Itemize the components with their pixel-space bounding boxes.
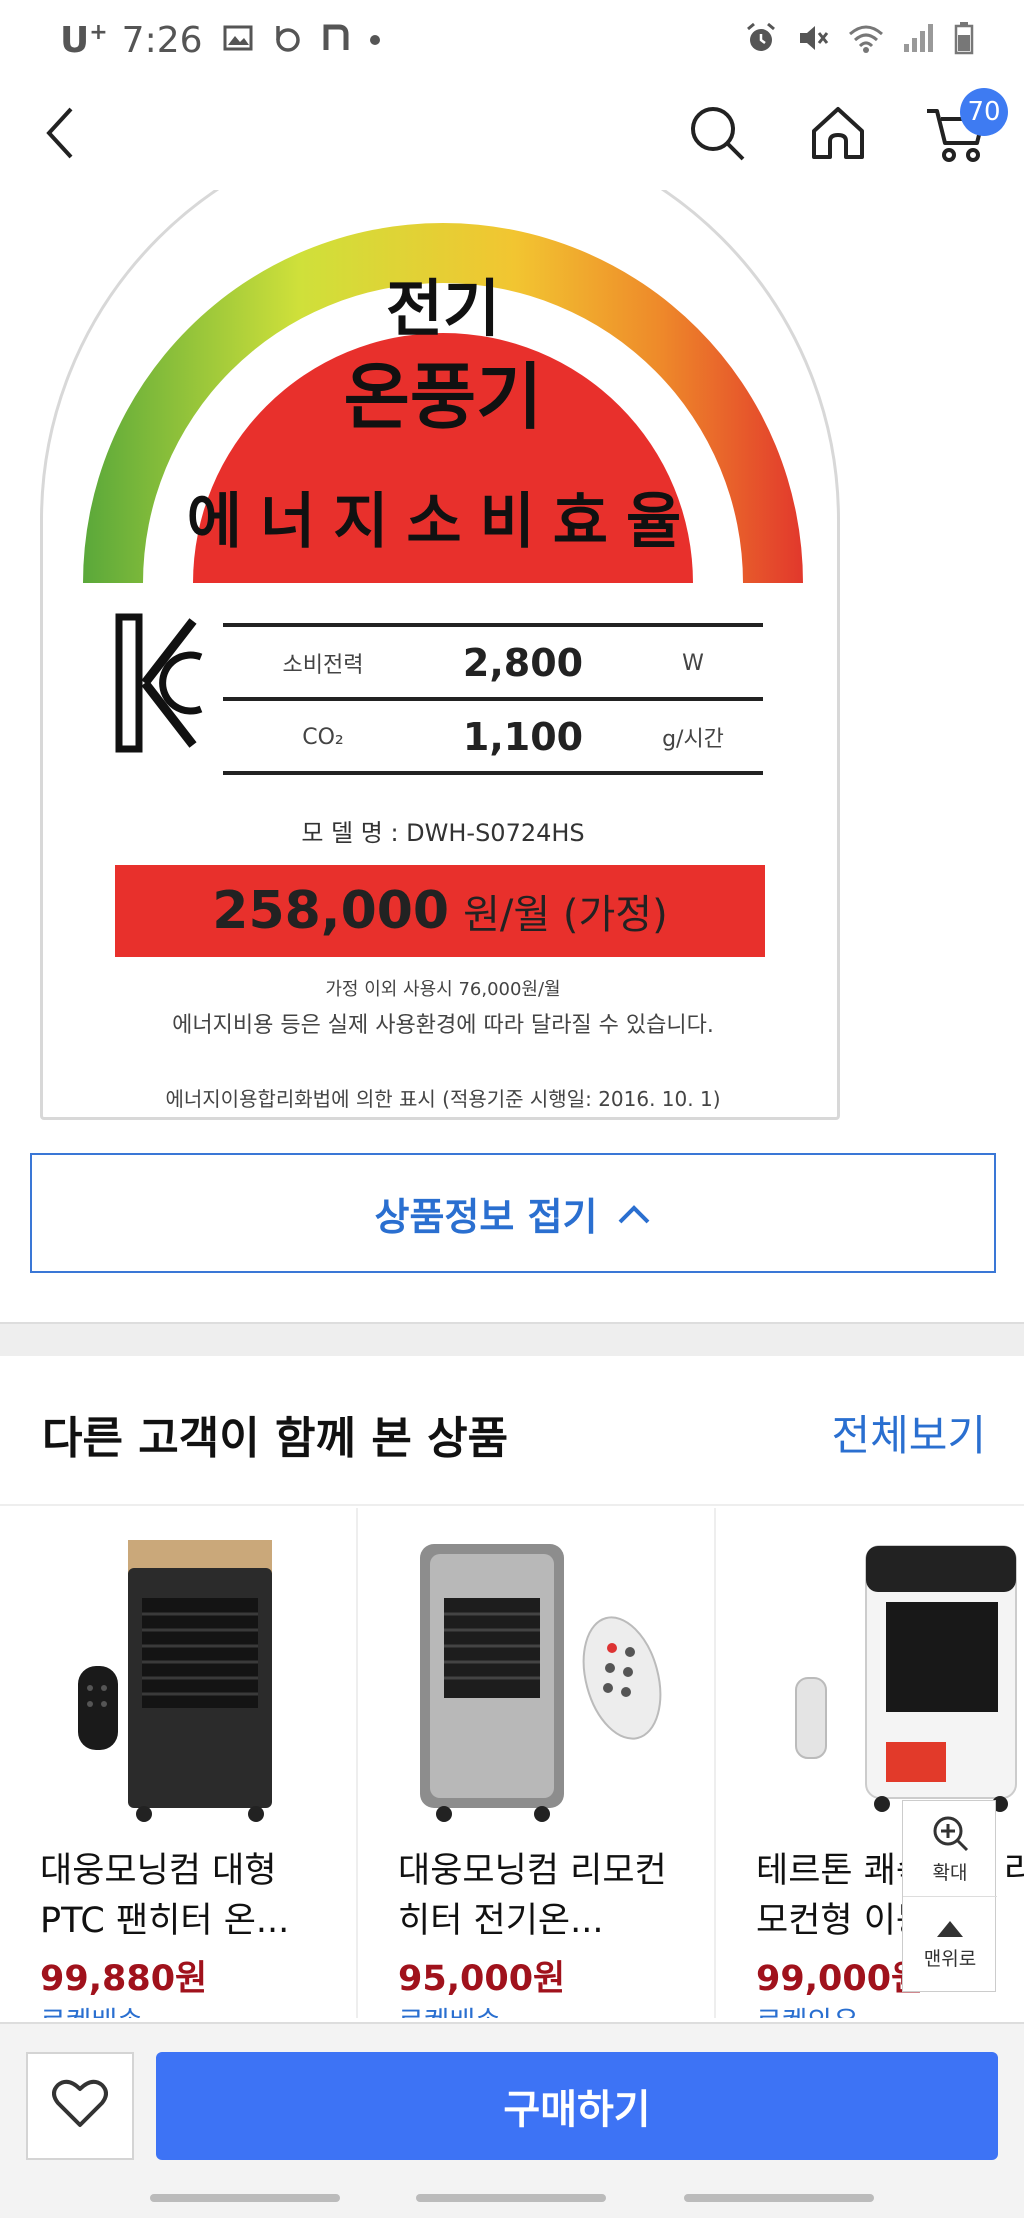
- heart-icon: [52, 2079, 108, 2133]
- cart-button[interactable]: 70: [922, 88, 1008, 170]
- related-products-carousel[interactable]: 대웅모닝컴 대형 PTC 팬히터 온... 99,880원 로켓배송 대웅모닝컴…: [0, 1508, 1024, 2018]
- search-icon: [687, 103, 747, 167]
- zoom-button[interactable]: 확대: [903, 1801, 997, 1897]
- co2-value: 1,100: [462, 715, 584, 759]
- arrow-up-icon: [935, 1919, 965, 1944]
- collapse-product-info-button[interactable]: 상품정보 접기: [30, 1153, 996, 1273]
- related-products-title: 다른 고객이 함께 본 상품: [42, 1413, 509, 1464]
- bottom-purchase-bar: 구매하기: [0, 2022, 1024, 2218]
- carrier-label: U+: [60, 19, 108, 61]
- chevron-up-icon: [616, 1191, 652, 1235]
- nav-gesture-bar: [684, 2194, 874, 2202]
- clock: 7:26: [121, 19, 203, 61]
- model-name: 모 델 명 : DWH-S0724HS: [301, 819, 585, 847]
- label-note-disclaimer: 에너지비용 등은 실제 사용환경에 따라 달라질 수 있습니다.: [172, 1013, 714, 1038]
- floating-tools: 확대 맨위로: [902, 1800, 997, 1993]
- energy-cost-value: 258,000: [212, 881, 450, 941]
- power-key: 소비전력: [282, 653, 364, 678]
- blog-app-icon: [273, 23, 303, 57]
- buy-button[interactable]: 구매하기: [156, 2052, 998, 2160]
- gallery-icon: [223, 25, 253, 55]
- product-image: [736, 1528, 1024, 1828]
- home-icon: [808, 103, 868, 167]
- wishlist-button[interactable]: [26, 2052, 134, 2160]
- energy-cost-bar: 258,000 원/월 (가정): [115, 865, 765, 957]
- scroll-top-label: 맨위로: [923, 1948, 977, 1970]
- alarm-icon: [744, 21, 778, 59]
- back-button[interactable]: [24, 100, 94, 170]
- search-button[interactable]: [682, 100, 752, 170]
- spec-divider: [223, 623, 763, 627]
- more-notifications-dot-icon: [369, 31, 381, 50]
- cart-count-badge: 70: [960, 88, 1008, 136]
- spec-divider: [223, 771, 763, 775]
- co2-unit: g/시간: [662, 727, 724, 752]
- label-note-nonhome: 가정 이외 사용시 76,000원/월: [325, 979, 561, 1000]
- co2-key: CO₂: [302, 724, 344, 750]
- product-detail-page: U+ 7:26 70 전기 온풍기 에너지소비효율 소비전력 2,800 W C…: [0, 0, 1024, 2218]
- wifi-icon: [848, 22, 884, 58]
- mute-icon: [796, 21, 830, 59]
- chevron-left-icon: [39, 103, 79, 167]
- product-name[interactable]: 대웅모닝컴 리모컨 히터 전기온...: [398, 1846, 688, 1946]
- product-image: [378, 1528, 698, 1828]
- product-name[interactable]: 대웅모닝컴 대형 PTC 팬히터 온...: [40, 1846, 330, 1946]
- label-heading: 에너지소비효율: [186, 487, 700, 557]
- section-divider: [0, 1322, 1024, 1356]
- status-icons: [744, 21, 974, 59]
- power-value: 2,800: [462, 641, 584, 685]
- energy-label-card: 전기 온풍기 에너지소비효율 소비전력 2,800 W CO₂ 1,100 g/…: [40, 190, 840, 1120]
- energy-label-image: 전기 온풍기 에너지소비효율 소비전력 2,800 W CO₂ 1,100 g/…: [0, 190, 1024, 1145]
- power-unit: W: [682, 650, 704, 676]
- product-card[interactable]: 대웅모닝컴 리모컨 히터 전기온... 95,000원 로켓배송: [358, 1508, 716, 2018]
- spec-row-power: 소비전력 2,800 W: [223, 633, 763, 693]
- product-price: 99,880원: [40, 1959, 208, 1999]
- spec-row-co2: CO₂ 1,100 g/시간: [223, 707, 763, 767]
- zoom-in-icon: [930, 1813, 970, 1858]
- product-price: 99,000원: [756, 1959, 924, 1999]
- product-card[interactable]: 대웅모닝컴 대형 PTC 팬히터 온... 99,880원 로켓배송: [0, 1508, 358, 2018]
- product-image: [20, 1528, 340, 1828]
- see-all-link[interactable]: 전체보기: [831, 1402, 986, 1463]
- label-note-law: 에너지이용합리화법에 의한 표시 (적용기준 시행일: 2016. 10. 1): [165, 1087, 721, 1111]
- nav-gesture-bar: [150, 2194, 340, 2202]
- scroll-to-top-button[interactable]: 맨위로: [903, 1897, 997, 1993]
- label-product-type-line1: 전기: [385, 272, 501, 345]
- top-navigation: 70: [0, 80, 1024, 190]
- rocket-delivery-badge: 로켓배송: [40, 2000, 143, 2018]
- collapse-button-label: 상품정보 접기: [374, 1194, 598, 1239]
- kc-mark-icon: [115, 613, 205, 757]
- naver-app-icon: [323, 24, 349, 56]
- product-price: 95,000원: [398, 1959, 566, 1999]
- spec-divider: [223, 697, 763, 701]
- rocket-delivery-badge: 로켓배송: [398, 2000, 501, 2018]
- battery-icon: [954, 21, 974, 59]
- energy-cost-unit: 원/월 (가정): [463, 892, 668, 938]
- zoom-label: 확대: [932, 1861, 968, 1884]
- status-bar: U+ 7:26: [0, 0, 1024, 80]
- home-button[interactable]: [803, 100, 873, 170]
- related-products-header: 다른 고객이 함께 본 상품 전체보기: [0, 1356, 1024, 1506]
- rocket-wow-badge: 로켓와우: [756, 2000, 859, 2018]
- nav-gesture-bar: [416, 2194, 606, 2202]
- label-product-type-line2: 온풍기: [343, 355, 543, 439]
- signal-icon: [902, 22, 936, 58]
